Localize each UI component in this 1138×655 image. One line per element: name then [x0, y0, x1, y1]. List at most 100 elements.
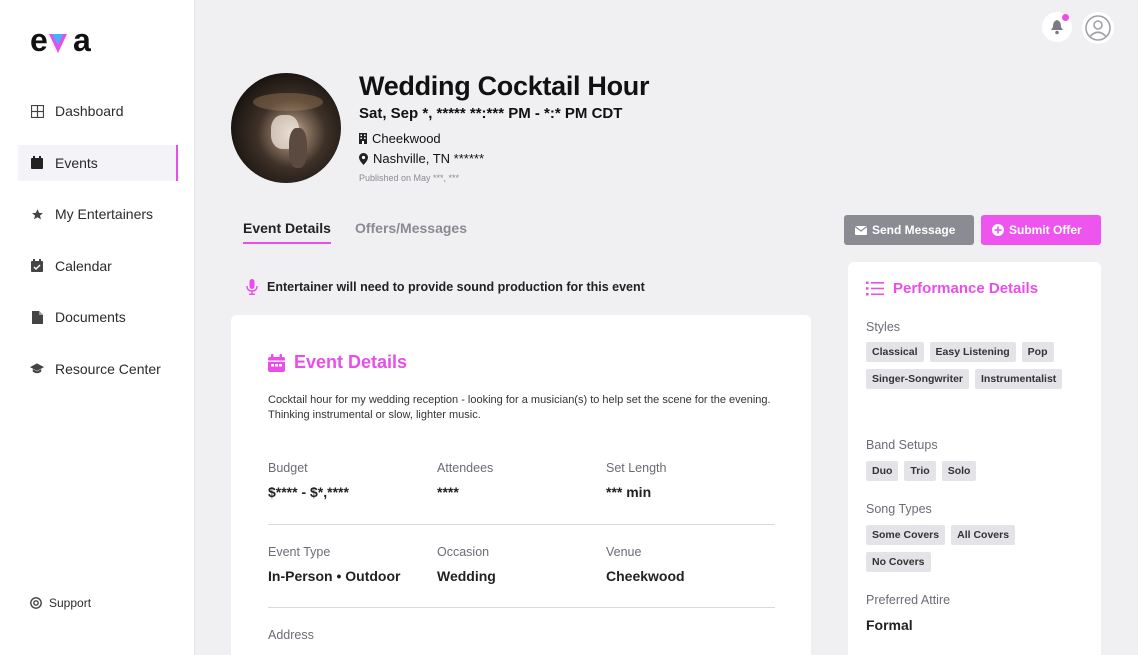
event-details-title: Event Details: [294, 352, 408, 372]
send-message-label: Send Message: [872, 223, 956, 237]
microphone-icon: [246, 279, 258, 295]
budget-label: Budget: [268, 461, 308, 475]
tab-offers-messages[interactable]: Offers/Messages: [355, 220, 467, 244]
venue-field: Venue Cheekwood: [606, 545, 685, 584]
song-types-label: Song Types: [866, 502, 932, 516]
submit-offer-button[interactable]: Submit Offer: [981, 215, 1101, 245]
budget-field: Budget $**** - $*,****: [268, 461, 349, 500]
sidebar-item-label: Resource Center: [55, 360, 161, 377]
building-icon: [359, 133, 367, 144]
divider: [268, 607, 775, 608]
style-tag: Instrumentalist: [975, 369, 1063, 389]
sidebar-item-label: Events: [55, 154, 98, 171]
preferred-attire-label: Preferred Attire: [866, 593, 951, 607]
band-setup-tag: Duo: [866, 461, 899, 481]
styles-label: Styles: [866, 320, 901, 334]
style-tag: Pop: [1021, 342, 1054, 362]
event-type-value: In-Person • Outdoor: [268, 568, 401, 584]
sidebar-item-label: Documents: [55, 309, 126, 325]
preferred-attire-value: Formal: [866, 617, 913, 633]
set-length-value: *** min: [606, 484, 652, 500]
star-icon: [30, 207, 44, 221]
band-setup-tag: Solo: [941, 461, 977, 481]
performance-details-panel: Performance Details Styles Classical Eas…: [848, 262, 1101, 655]
event-venue: Cheekwood: [359, 131, 441, 146]
event-photo: [231, 73, 341, 183]
occasion-value: Wedding: [437, 568, 496, 584]
event-details-card: Event Details Cocktail hour for my weddi…: [231, 315, 811, 655]
event-tabs: Event Details Offers/Messages: [243, 220, 467, 244]
performance-details-heading: Performance Details: [866, 280, 1038, 297]
sidebar-item-events[interactable]: Events: [18, 144, 178, 181]
calendar-icon: [268, 353, 285, 372]
attendees-value: ****: [437, 484, 459, 500]
notifications-button[interactable]: [1042, 12, 1072, 42]
band-setup-tags: Duo Trio Solo: [866, 461, 1091, 481]
divider: [268, 524, 775, 525]
map-pin-icon: [359, 152, 368, 165]
style-tag: Classical: [866, 342, 924, 362]
song-type-tag: No Covers: [866, 552, 931, 572]
sidebar-item-resource-center[interactable]: Resource Center: [18, 351, 178, 387]
tab-event-details[interactable]: Event Details: [243, 220, 331, 244]
list-icon: [866, 281, 884, 296]
occasion-field: Occasion Wedding: [437, 545, 496, 584]
sidebar-nav: Dashboard Events My Entertainers Calenda…: [18, 93, 178, 402]
style-tag: Singer-Songwriter: [866, 369, 970, 389]
venue-label: Venue: [606, 545, 642, 559]
sound-production-notice: Entertainer will need to provide sound p…: [246, 279, 645, 295]
sidebar-item-my-entertainers[interactable]: My Entertainers: [18, 196, 178, 232]
support-link[interactable]: Support: [30, 596, 91, 610]
document-icon: [30, 310, 44, 324]
support-label: Support: [49, 596, 92, 610]
address-label: Address: [268, 628, 314, 642]
bell-icon: [1051, 19, 1063, 34]
event-details-heading: Event Details: [268, 352, 407, 373]
song-type-tag: All Covers: [951, 525, 1016, 545]
performance-details-title: Performance Details: [893, 280, 1039, 297]
sidebar-item-label: Calendar: [55, 257, 112, 274]
svg-text:a: a: [73, 26, 91, 58]
main-content: Wedding Cocktail Hour Sat, Sep *, ***** …: [196, 0, 1138, 655]
top-bar-icons: [1042, 12, 1114, 44]
band-setups-label: Band Setups: [866, 438, 938, 452]
submit-offer-label: Submit Offer: [1009, 223, 1082, 237]
svg-text:e: e: [30, 26, 48, 58]
dashboard-icon: [30, 104, 44, 118]
sidebar-item-documents[interactable]: Documents: [18, 299, 178, 335]
styles-tags: Classical Easy Listening Pop Singer-Song…: [866, 342, 1091, 389]
event-datetime: Sat, Sep *, ***** **:*** PM - *:* PM CDT: [359, 105, 623, 122]
send-message-button[interactable]: Send Message: [844, 215, 974, 245]
band-setup-tag: Trio: [904, 461, 936, 481]
budget-value: $**** - $*,****: [268, 484, 349, 500]
occasion-label: Occasion: [437, 545, 490, 559]
event-description: Cocktail hour for my wedding reception -…: [268, 394, 771, 421]
event-title: Wedding Cocktail Hour: [359, 71, 650, 101]
graduation-cap-icon: [30, 362, 44, 376]
location-text: Nashville, TN ******: [373, 151, 485, 166]
sidebar: e a Dashboard Events My Entertainers Cal…: [0, 0, 195, 655]
user-avatar-button[interactable]: [1082, 12, 1114, 44]
plus-circle-icon: [992, 224, 1004, 236]
sidebar-item-label: Dashboard: [55, 103, 124, 119]
sidebar-item-calendar[interactable]: Calendar: [18, 248, 178, 284]
event-type-label: Event Type: [268, 545, 331, 559]
set-length-field: Set Length *** min: [606, 461, 666, 500]
lifebuoy-icon: [30, 597, 42, 609]
calendar-icon: [30, 156, 44, 170]
notification-dot: [1062, 14, 1069, 21]
venue-text: Cheekwood: [372, 131, 441, 146]
published-date: Published on May ***, ***: [359, 173, 460, 183]
notice-text: Entertainer will need to provide sound p…: [267, 280, 645, 294]
envelope-icon: [855, 225, 867, 235]
sidebar-item-dashboard[interactable]: Dashboard: [18, 93, 178, 129]
style-tag: Easy Listening: [929, 342, 1016, 362]
address-field: Address: [268, 628, 314, 651]
attendees-label: Attendees: [437, 461, 494, 475]
eva-logo[interactable]: e a: [30, 26, 106, 58]
event-location: Nashville, TN ******: [359, 151, 484, 166]
song-type-tags: Some Covers All Covers No Covers: [866, 525, 1036, 572]
venue-value: Cheekwood: [606, 568, 685, 584]
sidebar-item-label: My Entertainers: [55, 206, 154, 222]
attendees-field: Attendees ****: [437, 461, 493, 500]
